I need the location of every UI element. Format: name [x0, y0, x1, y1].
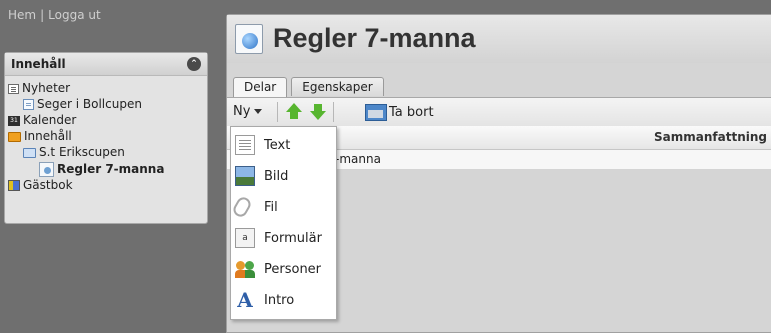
- arrow-up-icon: [286, 103, 302, 112]
- tree-item-st-erikscupen[interactable]: S.t Erikscupen: [23, 145, 125, 160]
- left-column: Hem | Logga ut Innehåll ⌃ Nyheter Seger i …: [0, 0, 215, 333]
- people-icon: [235, 259, 255, 279]
- menu-item-label: Intro: [264, 292, 295, 308]
- menu-item-label: Personer: [264, 261, 322, 277]
- folder-icon: [23, 147, 36, 158]
- tree-item-label: Nyheter: [22, 81, 71, 95]
- nav-panel-header: Innehåll ⌃: [5, 53, 207, 76]
- row-name-cell: -manna: [335, 152, 381, 166]
- move-down-button[interactable]: [309, 103, 327, 121]
- menu-item-text[interactable]: Text: [231, 130, 336, 160]
- delete-button[interactable]: Ta bort: [365, 102, 434, 122]
- new-button-label: Ny: [233, 104, 251, 119]
- page-icon: [39, 162, 54, 177]
- menu-item-bild[interactable]: Bild: [231, 161, 336, 191]
- tree-item-gastbok[interactable]: Gästbok: [8, 178, 73, 193]
- tree-item-regler-7-manna[interactable]: Regler 7-manna: [39, 162, 164, 177]
- top-links: Hem | Logga ut: [8, 8, 101, 22]
- column-header-summary[interactable]: Sammanfattning: [654, 130, 767, 144]
- tree-item-label: Innehåll: [24, 129, 72, 143]
- delete-icon: [365, 103, 387, 121]
- news-icon: [8, 83, 19, 94]
- home-link[interactable]: Hem: [8, 8, 36, 22]
- menu-item-fil[interactable]: Fil: [230, 192, 336, 222]
- collapse-icon[interactable]: ⌃: [187, 57, 201, 71]
- logout-link[interactable]: Logga ut: [48, 8, 101, 22]
- paperclip-icon: [230, 194, 254, 220]
- tree-item-innehall[interactable]: Innehåll: [8, 129, 72, 144]
- tree-item-label: Kalender: [23, 113, 77, 127]
- menu-item-formular[interactable]: a Formulär: [231, 223, 336, 253]
- delete-button-label: Ta bort: [389, 104, 434, 120]
- arrow-down-icon: [310, 111, 326, 120]
- menu-item-label: Bild: [264, 168, 289, 184]
- tab-delar[interactable]: Delar: [233, 77, 288, 97]
- move-up-button[interactable]: [285, 103, 303, 121]
- chevron-down-icon: [254, 109, 263, 114]
- menu-item-label: Fil: [264, 199, 278, 215]
- document-icon: [23, 99, 34, 110]
- new-item-menu: Text Bild Fil a Formulär Personer A Intr…: [230, 126, 337, 320]
- content-navigation-panel: Innehåll ⌃ Nyheter Seger i Bollcupen 31 …: [4, 52, 208, 224]
- page-title: Regler 7-manna: [273, 23, 476, 53]
- page-icon: [235, 24, 263, 54]
- tree-item-label: Regler 7-manna: [57, 162, 165, 176]
- menu-item-label: Formulär: [264, 230, 322, 246]
- page-title-bar: Regler 7-manna: [227, 15, 771, 63]
- tree-item-label: Seger i Bollcupen: [37, 97, 142, 111]
- guestbook-icon: [8, 180, 20, 191]
- nav-panel-title: Innehåll: [11, 57, 66, 71]
- new-dropdown-button[interactable]: Ny: [233, 104, 263, 119]
- tree-item-kalender[interactable]: 31 Kalender: [8, 113, 76, 128]
- menu-item-intro[interactable]: A Intro: [231, 285, 336, 315]
- link-separator: |: [40, 8, 45, 22]
- tree-item-seger-i-bollcupen[interactable]: Seger i Bollcupen: [23, 97, 142, 112]
- tree-item-label: Gästbok: [23, 178, 73, 192]
- text-icon: [235, 135, 255, 155]
- intro-icon: A: [237, 288, 253, 312]
- tree-item-label: S.t Erikscupen: [39, 145, 125, 159]
- toolbar-separator: [333, 102, 334, 122]
- toolbar-separator: [277, 102, 278, 122]
- image-icon: [235, 166, 255, 186]
- menu-item-label: Text: [264, 137, 291, 153]
- toolbar: Ny Ta bort: [227, 97, 771, 127]
- calendar-icon: 31: [8, 115, 20, 126]
- tab-bar: Delar Egenskaper: [233, 77, 388, 97]
- tree-item-nyheter[interactable]: Nyheter: [8, 81, 70, 96]
- folder-icon: [8, 131, 21, 142]
- menu-item-personer[interactable]: Personer: [231, 254, 336, 284]
- tab-egenskaper[interactable]: Egenskaper: [291, 77, 384, 96]
- form-icon: a: [235, 228, 255, 248]
